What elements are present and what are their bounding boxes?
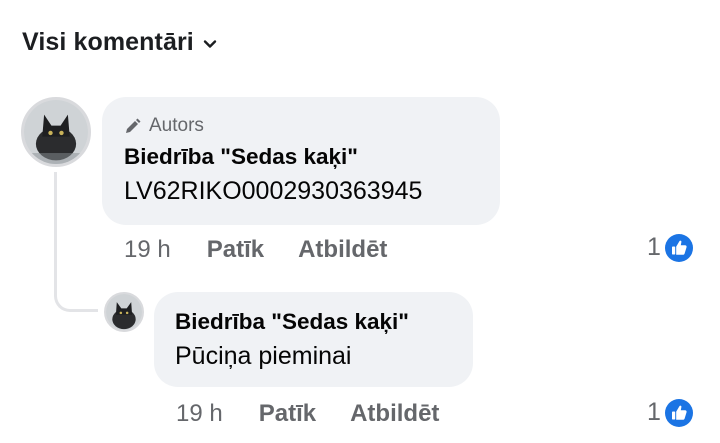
reply-button[interactable]: Atbildēt [298, 236, 387, 264]
comment-filter-dropdown[interactable]: Visi komentāri [22, 28, 217, 57]
like-thumb-icon [664, 398, 693, 427]
reaction-count: 1 [647, 398, 661, 426]
comment-bubble: Autors Biedrība "Sedas kaķi" LV62RIKO000… [102, 97, 500, 225]
reaction-summary[interactable]: 1 [647, 233, 693, 262]
chevron-down-icon [203, 37, 217, 51]
reply-button[interactable]: Atbildēt [350, 400, 439, 428]
avatar[interactable] [21, 97, 91, 167]
author-badge-label: Autors [149, 115, 204, 136]
comment-bubble: Biedrība "Sedas kaķi" Pūciņa pieminai [154, 292, 473, 387]
comment-filter-label: Visi komentāri [22, 28, 194, 56]
comment-actions: 19 h Patīk Atbildēt [124, 236, 421, 264]
comment-author[interactable]: Biedrība "Sedas kaķi" [175, 306, 452, 338]
comment-text: LV62RIKO0002930363945 [124, 177, 423, 205]
comment-text: Pūciņa pieminai [175, 342, 352, 370]
reaction-count: 1 [647, 233, 661, 261]
comment-timestamp[interactable]: 19 h [124, 236, 171, 264]
pencil-icon [124, 118, 141, 135]
like-button[interactable]: Patīk [207, 236, 264, 264]
comment-author[interactable]: Biedrība "Sedas kaķi" [124, 141, 478, 173]
comment-actions: 19 h Patīk Atbildēt [176, 400, 473, 428]
like-thumb-icon [664, 233, 693, 262]
comment-timestamp[interactable]: 19 h [176, 400, 223, 428]
reply-thread-line [54, 172, 98, 312]
avatar[interactable] [104, 292, 144, 332]
author-badge: Autors [124, 113, 478, 139]
reaction-summary[interactable]: 1 [647, 398, 693, 427]
like-button[interactable]: Patīk [259, 400, 316, 428]
